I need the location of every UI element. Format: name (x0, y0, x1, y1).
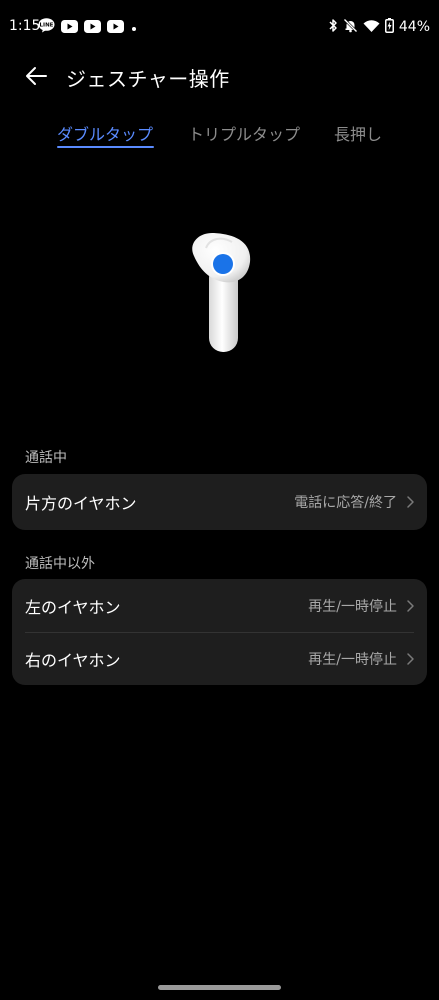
muted-bell-icon (343, 18, 358, 37)
chevron-right-icon (407, 600, 414, 612)
tab-long-press[interactable]: 長押し (334, 121, 382, 145)
row-label: 右のイヤホン (25, 651, 121, 670)
status-time: 1:15 (9, 18, 41, 34)
gesture-tabs: ダブルタップ トリプルタップ 長押し (0, 112, 439, 156)
line-app-icon: LINE (38, 17, 55, 37)
chevron-right-icon (407, 653, 414, 665)
row-label: 片方のイヤホン (25, 494, 137, 513)
row-value: 電話に応答/終了 (294, 495, 397, 511)
back-arrow-icon (26, 67, 47, 85)
row-value: 再生/一時停止 (308, 599, 397, 615)
chevron-right-icon (407, 496, 414, 508)
bluetooth-icon (328, 18, 338, 37)
battery-percentage: 44% (398, 19, 430, 35)
system-icons: 44% (328, 17, 430, 37)
youtube-icon (61, 18, 78, 37)
notification-icons: LINE (38, 17, 138, 37)
home-indicator[interactable] (158, 985, 281, 990)
dot-icon (130, 18, 138, 37)
section-label-in-call: 通話中 (25, 450, 67, 466)
row-value: 再生/一時停止 (308, 652, 397, 668)
app-header: ジェスチャー操作 (0, 54, 439, 98)
svg-text:LINE: LINE (40, 22, 54, 28)
wifi-icon (363, 18, 380, 37)
status-bar: 1:15 LINE 44% (0, 0, 439, 54)
battery-icon (384, 17, 394, 37)
youtube-icon (84, 18, 101, 37)
youtube-icon (107, 18, 124, 37)
tab-triple-tap[interactable]: トリプルタップ (188, 121, 300, 145)
tab-double-tap[interactable]: ダブルタップ (57, 121, 153, 145)
list-item[interactable]: 左のイヤホン 再生/一時停止 (12, 579, 427, 633)
row-label: 左のイヤホン (25, 598, 121, 617)
in-call-card: 片方のイヤホン 電話に応答/終了 (12, 474, 427, 530)
list-item[interactable]: 片方のイヤホン 電話に応答/終了 (12, 474, 427, 530)
active-tab-indicator (57, 146, 154, 148)
page-title: ジェスチャー操作 (66, 67, 230, 91)
earbud-illustration (180, 226, 260, 360)
section-label-not-in-call: 通話中以外 (25, 556, 95, 572)
list-item[interactable]: 右のイヤホン 再生/一時停止 (12, 633, 427, 685)
back-button[interactable] (22, 64, 50, 88)
not-in-call-card: 左のイヤホン 再生/一時停止 右のイヤホン 再生/一時停止 (12, 579, 427, 685)
touch-point-indicator (213, 254, 233, 274)
